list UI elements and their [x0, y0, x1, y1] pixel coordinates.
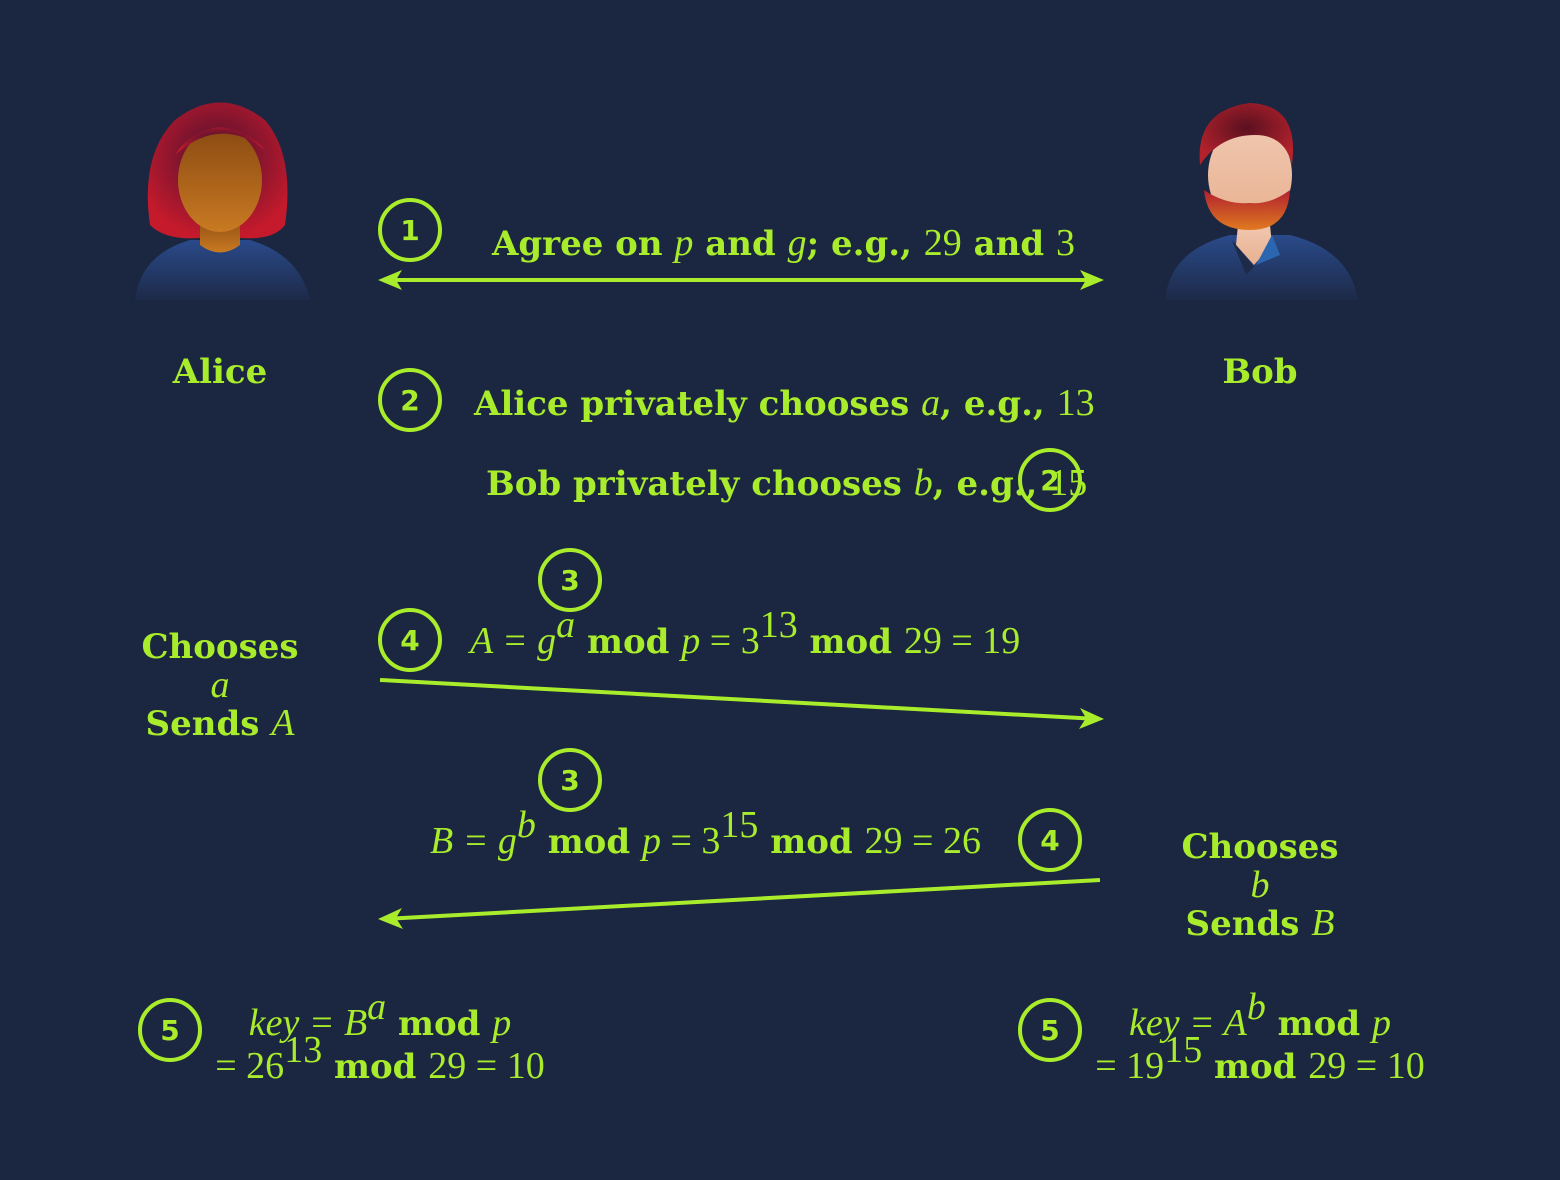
alice-action: Chooses a Sends A [141, 627, 299, 744]
bob-label: Bob [1222, 352, 1298, 392]
step-3-bob-badge: 3 [538, 748, 602, 812]
step-4-alice-badge: 4 [378, 608, 442, 672]
step-2-alice-text: Alice privately chooses a, e.g., 13 [474, 382, 1095, 424]
key-bob: key = Ab mod p = 1915 mod 29 = 10 [1095, 986, 1425, 1087]
step-3-alice-badge: 3 [538, 548, 602, 612]
send-A-arrow [379, 678, 1099, 721]
step-2-bob-text: Bob privately chooses b, e.g., 15 [486, 462, 1088, 504]
equation-B: B = gb mod p = 315 mod 29 = 26 [430, 804, 981, 862]
bob-action: Chooses b Sends B [1181, 827, 1339, 944]
key-alice: key = Ba mod p = 2613 mod 29 = 10 [215, 986, 545, 1087]
alice-label: Alice [172, 352, 268, 392]
step-1-badge: 1 [378, 198, 442, 262]
step-4-bob-badge: 4 [1018, 808, 1082, 872]
step-5-bob-badge: 5 [1018, 998, 1082, 1062]
send-B-arrow [383, 878, 1101, 921]
step-1-text: Agree on p and g; e.g., 29 and 3 [492, 222, 1075, 264]
step-2-alice-badge: 2 [378, 368, 442, 432]
equation-A: A = ga mod p = 313 mod 29 = 19 [470, 604, 1021, 662]
step-5-alice-badge: 5 [138, 998, 202, 1062]
